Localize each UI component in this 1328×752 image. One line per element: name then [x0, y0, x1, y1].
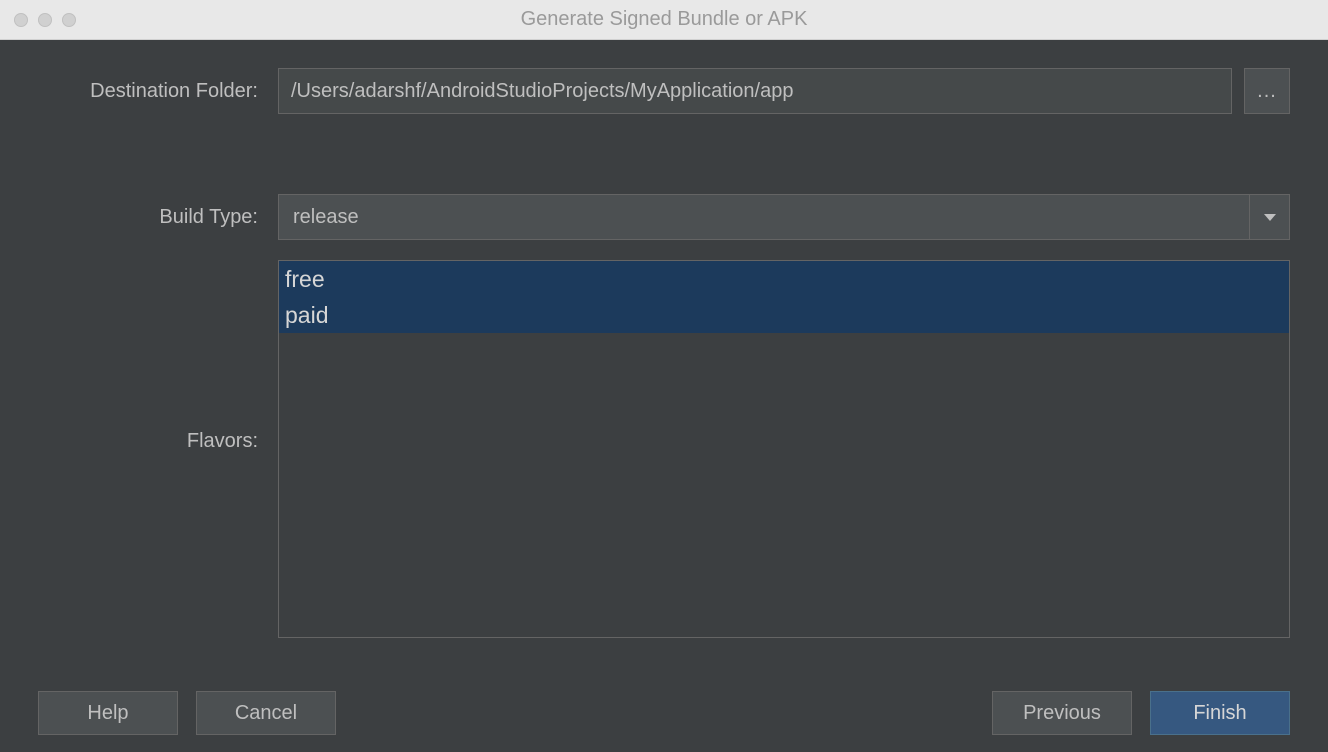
destination-controls: ...: [278, 68, 1290, 114]
label-flavors: Flavors:: [38, 260, 278, 453]
help-button[interactable]: Help: [38, 691, 178, 735]
title-bar: Generate Signed Bundle or APK: [0, 0, 1328, 40]
chevron-down-icon: [1249, 195, 1289, 239]
cancel-button[interactable]: Cancel: [196, 691, 336, 735]
flavors-controls: freepaid: [278, 260, 1290, 638]
label-build-type: Build Type:: [38, 206, 278, 229]
close-window-icon[interactable]: [14, 13, 28, 27]
label-destination-folder: Destination Folder:: [38, 80, 278, 103]
row-flavors: Flavors: freepaid: [38, 260, 1290, 638]
row-destination-folder: Destination Folder: ...: [38, 68, 1290, 114]
row-build-type: Build Type: release: [38, 194, 1290, 240]
finish-button[interactable]: Finish: [1150, 691, 1290, 735]
flavors-listbox[interactable]: freepaid: [278, 260, 1290, 638]
maximize-window-icon[interactable]: [62, 13, 76, 27]
window-title: Generate Signed Bundle or APK: [0, 8, 1328, 31]
dialog-body: Destination Folder: ... Build Type: rele…: [0, 40, 1328, 674]
build-type-combobox[interactable]: release: [278, 194, 1290, 240]
previous-button[interactable]: Previous: [992, 691, 1132, 735]
window-controls: [0, 13, 76, 27]
list-item[interactable]: paid: [279, 297, 1289, 333]
build-type-value: release: [279, 206, 1249, 229]
minimize-window-icon[interactable]: [38, 13, 52, 27]
list-item[interactable]: free: [279, 261, 1289, 297]
destination-folder-input[interactable]: [278, 68, 1232, 114]
button-bar: Help Cancel Previous Finish: [0, 674, 1328, 752]
build-type-controls: release: [278, 194, 1290, 240]
browse-button[interactable]: ...: [1244, 68, 1290, 114]
